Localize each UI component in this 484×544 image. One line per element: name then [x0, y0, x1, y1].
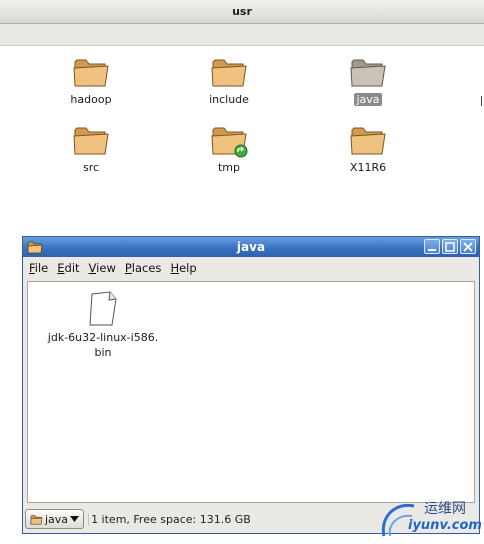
folder-icon — [211, 59, 247, 87]
usr-window-toolbar — [0, 24, 484, 46]
file-label-line2: bin — [94, 346, 112, 359]
maximize-button[interactable] — [442, 239, 458, 254]
folder-item-src[interactable]: src — [46, 122, 136, 174]
menu-bar: File Edit View Places Help — [23, 257, 479, 279]
watermark-en: iyunv.com — [408, 518, 482, 533]
folder-item-x11r6[interactable]: X11R6 — [323, 122, 413, 174]
file-item-jdk[interactable]: jdk-6u32-linux-i586. bin — [38, 290, 168, 360]
menu-help[interactable]: Help — [170, 261, 196, 275]
maximize-icon — [445, 241, 455, 252]
folder-item-include[interactable]: include — [184, 54, 274, 106]
close-button[interactable] — [460, 239, 476, 254]
document-icon — [89, 291, 117, 326]
folder-icon — [350, 127, 386, 155]
folder-label: hadoop — [70, 93, 112, 106]
menu-view[interactable]: View — [89, 261, 116, 275]
file-view[interactable]: jdk-6u32-linux-i586. bin — [27, 281, 475, 503]
folder-item-tmp[interactable]: tmp — [184, 122, 274, 174]
status-text: 1 item, Free space: 131.6 GB — [88, 512, 251, 526]
java-window: java File Edit View Places Help jdk-6u32… — [22, 236, 480, 534]
minimize-button[interactable] — [424, 239, 440, 254]
minimize-icon — [428, 248, 436, 251]
folder-symlink-icon — [211, 127, 248, 158]
usr-window-titlebar[interactable]: usr — [0, 0, 484, 24]
close-icon — [463, 241, 473, 252]
folder-item-hadoop[interactable]: hadoop — [46, 54, 136, 106]
folder-label: include — [209, 93, 249, 106]
folder-label: tmp — [217, 161, 240, 174]
watermark-cn: 运维网 — [424, 501, 466, 517]
java-window-title: java — [236, 240, 266, 254]
location-button[interactable]: java — [25, 509, 85, 529]
menu-edit[interactable]: Edit — [57, 261, 79, 275]
folder-label: X11R6 — [349, 161, 387, 174]
folder-label: java — [354, 93, 382, 106]
watermark-logo: 运维网 iyunv.com — [378, 496, 482, 540]
folder-icon — [30, 514, 43, 525]
java-window-titlebar[interactable]: java — [23, 237, 479, 257]
dropdown-arrow-icon — [70, 516, 80, 522]
folder-icon — [73, 127, 109, 155]
location-label: java — [45, 512, 69, 526]
menu-file[interactable]: File — [29, 261, 48, 275]
folder-icon — [350, 59, 386, 87]
folder-item-java[interactable]: java — [323, 54, 413, 106]
folder-icon — [73, 59, 109, 87]
usr-window-title: usr — [232, 5, 252, 18]
folder-label: src — [82, 161, 100, 174]
menu-places[interactable]: Places — [125, 261, 162, 275]
file-label-line1: jdk-6u32-linux-i586. — [47, 331, 159, 344]
